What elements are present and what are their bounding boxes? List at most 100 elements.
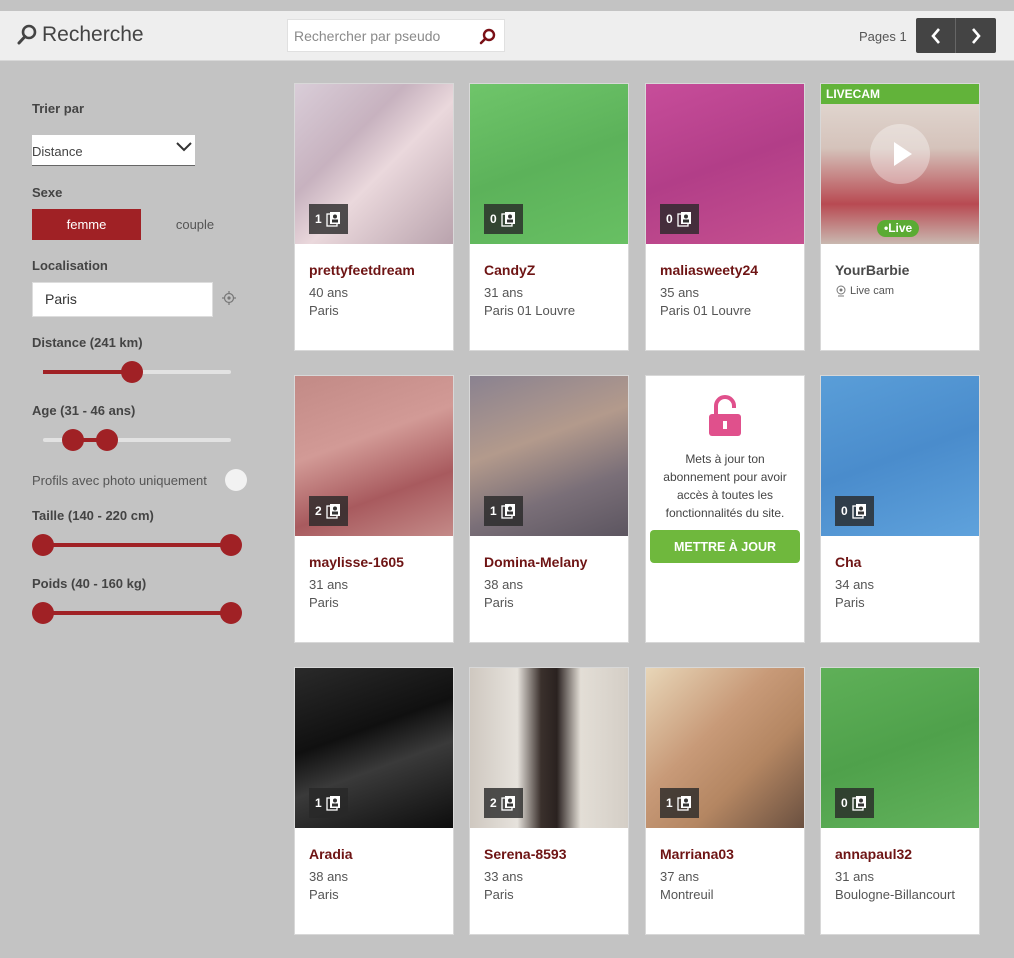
- profile-name[interactable]: Domina-Melany: [484, 554, 587, 570]
- profile-name[interactable]: maliasweety24: [660, 262, 758, 278]
- sex-option-couple[interactable]: couple: [145, 209, 245, 240]
- location-input[interactable]: [45, 291, 205, 307]
- page-title-wrap: Recherche: [16, 23, 144, 47]
- profile-card[interactable]: 2 maylisse-1605 31 ans Paris: [294, 375, 454, 643]
- profile-name[interactable]: Aradia: [309, 846, 353, 862]
- search-icon: [17, 24, 37, 45]
- live-badge: •Live: [877, 220, 920, 237]
- photo-album-icon: [677, 212, 691, 227]
- profile-name[interactable]: Serena-8593: [484, 846, 567, 862]
- upgrade-message: Mets à jour ton abonnement pour avoir ac…: [663, 452, 787, 520]
- profile-age: 38 ans: [484, 577, 524, 592]
- height-min-handle[interactable]: [32, 534, 54, 556]
- profile-card[interactable]: 0 Cha 34 ans Paris: [820, 375, 980, 643]
- profile-card[interactable]: 0 annapaul32 31 ans Boulogne-Billancourt: [820, 667, 980, 935]
- pages-label: Pages 1: [859, 29, 907, 44]
- distance-slider-fill: [43, 370, 132, 374]
- location-field: [32, 282, 213, 317]
- profile-age: 31 ans: [484, 285, 524, 300]
- photo-count-badge: 1: [484, 496, 523, 526]
- profile-card[interactable]: 1 Aradia 38 ans Paris: [294, 667, 454, 935]
- profile-name[interactable]: Marriana03: [660, 846, 734, 862]
- chevron-left-icon: [930, 27, 940, 44]
- photo-count-badge: 0: [835, 496, 874, 526]
- live-cam-label: Live cam: [835, 285, 894, 297]
- age-label: Age (31 - 46 ans): [32, 403, 136, 418]
- photo-album-icon: [677, 796, 691, 811]
- sort-select[interactable]: Distance: [32, 135, 195, 166]
- age-min-handle[interactable]: [62, 429, 84, 451]
- profile-name[interactable]: Cha: [835, 554, 861, 570]
- photo-only-label: Profils avec photo uniquement: [32, 473, 207, 488]
- photo-album-icon: [326, 212, 340, 227]
- livecam-banner: LIVECAM: [821, 84, 979, 104]
- chevron-right-icon: [972, 27, 981, 44]
- chevron-down-icon: [176, 142, 192, 152]
- profile-city: Montreuil: [660, 887, 714, 902]
- locate-me-icon[interactable]: [222, 291, 236, 305]
- sex-option-femme[interactable]: femme: [32, 209, 141, 240]
- page-title: Recherche: [42, 23, 144, 46]
- search-submit-icon[interactable]: [479, 28, 496, 45]
- profile-name[interactable]: maylisse-1605: [309, 554, 404, 570]
- profile-card[interactable]: 1 Marriana03 37 ans Montreuil: [645, 667, 805, 935]
- profile-city: Paris: [484, 887, 514, 902]
- sex-label: Sexe: [32, 185, 63, 200]
- weight-slider-fill[interactable]: [43, 611, 231, 615]
- sort-value: Distance: [32, 144, 83, 159]
- profile-card[interactable]: 0 maliasweety24 35 ans Paris 01 Louvre: [645, 83, 805, 351]
- photo-count-badge: 0: [835, 788, 874, 818]
- photo-count-badge: 2: [309, 496, 348, 526]
- profile-city: Paris: [309, 303, 339, 318]
- profile-city: Paris: [309, 887, 339, 902]
- profile-card[interactable]: 0 CandyZ 31 ans Paris 01 Louvre: [469, 83, 629, 351]
- profile-city: Paris: [484, 595, 514, 610]
- prev-page-button[interactable]: [916, 18, 956, 53]
- photo-only-toggle[interactable]: [225, 469, 247, 491]
- profile-name[interactable]: YourBarbie: [835, 262, 909, 278]
- livecam-card[interactable]: LIVECAM •Live YourBarbie Live cam: [820, 83, 980, 351]
- top-strip: [0, 0, 1014, 11]
- profile-card[interactable]: 1 Domina-Melany 38 ans Paris: [469, 375, 629, 643]
- upgrade-card: Mets à jour ton abonnement pour avoir ac…: [645, 375, 805, 643]
- pager: [916, 18, 996, 53]
- distance-slider-handle[interactable]: [121, 361, 143, 383]
- play-button[interactable]: [870, 124, 930, 184]
- profile-card[interactable]: 1 prettyfeetdream 40 ans Paris: [294, 83, 454, 351]
- photo-count-badge: 1: [309, 204, 348, 234]
- height-label: Taille (140 - 220 cm): [32, 508, 154, 523]
- photo-album-icon: [501, 796, 515, 811]
- profile-city: Paris 01 Louvre: [660, 303, 752, 318]
- photo-count-badge: 1: [660, 788, 699, 818]
- profile-name[interactable]: annapaul32: [835, 846, 912, 862]
- profile-city: Paris 01 Louvre: [484, 303, 576, 318]
- photo-album-icon: [501, 212, 515, 227]
- search-input[interactable]: [294, 27, 474, 45]
- profile-age: 37 ans: [660, 869, 700, 884]
- age-max-handle[interactable]: [96, 429, 118, 451]
- profile-city: Paris: [835, 595, 865, 610]
- pseudo-search: [287, 19, 505, 52]
- profile-city: Paris: [309, 595, 339, 610]
- profile-card[interactable]: 2 Serena-8593 33 ans Paris: [469, 667, 629, 935]
- height-slider-fill[interactable]: [43, 543, 231, 547]
- unlock-icon: [709, 395, 741, 436]
- profile-name[interactable]: prettyfeetdream: [309, 262, 415, 278]
- distance-label: Distance (241 km): [32, 335, 143, 350]
- next-page-button[interactable]: [956, 18, 996, 53]
- profile-age: 35 ans: [660, 285, 700, 300]
- weight-max-handle[interactable]: [220, 602, 242, 624]
- height-max-handle[interactable]: [220, 534, 242, 556]
- weight-min-handle[interactable]: [32, 602, 54, 624]
- upgrade-button[interactable]: METTRE À JOUR: [650, 530, 800, 563]
- photo-album-icon: [326, 504, 340, 519]
- photo-album-icon: [852, 504, 866, 519]
- photo-count-badge: 2: [484, 788, 523, 818]
- profile-age: 40 ans: [309, 285, 349, 300]
- photo-count-badge: 1: [309, 788, 348, 818]
- profile-age: 34 ans: [835, 577, 875, 592]
- profile-age: 33 ans: [484, 869, 524, 884]
- profile-age: 31 ans: [309, 577, 349, 592]
- profile-name[interactable]: CandyZ: [484, 262, 535, 278]
- photo-count-badge: 0: [484, 204, 523, 234]
